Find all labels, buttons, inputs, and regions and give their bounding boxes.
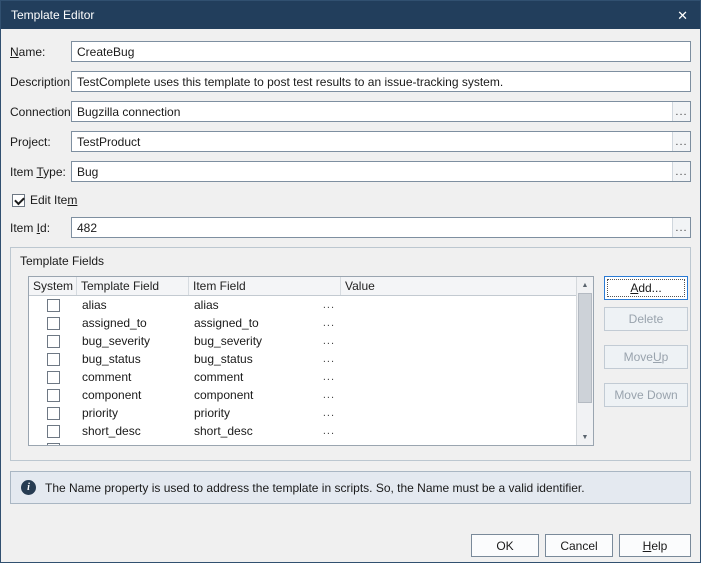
close-icon[interactable]: ✕ <box>677 9 688 22</box>
row-browse-button[interactable]: ... <box>323 425 335 437</box>
connection-label: Connection: <box>10 105 71 119</box>
edit-item-checkbox[interactable] <box>12 194 25 207</box>
header-template-field: Template Field <box>77 277 189 295</box>
system-checkbox[interactable] <box>47 425 60 438</box>
project-label: Project: <box>10 135 71 149</box>
header-value: Value <box>341 277 576 295</box>
template-field-cell: alias <box>77 298 189 312</box>
template-fields-table: System Template Field Item Field Value a… <box>28 276 594 446</box>
table-row[interactable]: priority priority... <box>29 404 576 422</box>
item-type-row: Item Type: ... <box>10 161 691 182</box>
move-down-button: Move Down <box>604 383 688 407</box>
template-field-cell: component <box>77 388 189 402</box>
item-id-browse-button[interactable]: ... <box>672 218 690 237</box>
info-bar: i The Name property is used to address t… <box>10 471 691 504</box>
project-row: Project: ... <box>10 131 691 152</box>
item-field-cell: short_desc <box>194 424 253 438</box>
item-type-label: Item Type: <box>10 165 71 179</box>
item-type-input[interactable] <box>72 162 672 181</box>
template-field-cell: bug_severity <box>77 334 189 348</box>
table-row[interactable]: bug_severity bug_severity... <box>29 332 576 350</box>
row-browse-button[interactable]: ... <box>323 353 335 365</box>
dialog-body: Name: Description: Connection: ... Proje… <box>1 29 700 557</box>
system-checkbox[interactable] <box>47 443 60 447</box>
title-bar[interactable]: Template Editor ✕ <box>1 1 700 29</box>
edit-item-label: Edit Item <box>30 193 77 207</box>
description-label: Description: <box>10 75 71 89</box>
item-id-row: Item Id: ... <box>10 217 691 238</box>
system-checkbox[interactable] <box>47 389 60 402</box>
header-item-field: Item Field <box>189 277 341 295</box>
scroll-down-icon[interactable]: ▼ <box>577 429 593 445</box>
row-browse-button[interactable]: ... <box>323 443 335 446</box>
item-id-label: Item Id: <box>10 221 71 235</box>
help-button[interactable]: Help <box>619 534 691 557</box>
row-browse-button[interactable]: ... <box>323 389 335 401</box>
description-row: Description: <box>10 71 691 92</box>
row-browse-button[interactable]: ... <box>323 371 335 383</box>
footer-buttons: OK Cancel Help <box>10 534 691 557</box>
system-checkbox[interactable] <box>47 371 60 384</box>
template-field-cell: short_desc <box>77 424 189 438</box>
move-up-button: Move Up <box>604 345 688 369</box>
template-field-cell: bug_status <box>77 352 189 366</box>
row-browse-button[interactable]: ... <box>323 335 335 347</box>
info-text: The Name property is used to address the… <box>45 481 585 495</box>
window-title: Template Editor <box>11 8 94 22</box>
cancel-button[interactable]: Cancel <box>545 534 613 557</box>
name-input[interactable] <box>72 42 690 61</box>
table-row[interactable]: ... <box>29 440 576 446</box>
row-browse-button[interactable]: ... <box>323 407 335 419</box>
item-type-browse-button[interactable]: ... <box>672 162 690 181</box>
connection-input[interactable] <box>72 102 672 121</box>
template-field-cell: priority <box>77 406 189 420</box>
row-browse-button[interactable]: ... <box>323 317 335 329</box>
table-row[interactable]: comment comment... <box>29 368 576 386</box>
template-fields-group-title: Template Fields <box>11 248 690 276</box>
project-browse-button[interactable]: ... <box>672 132 690 151</box>
system-checkbox[interactable] <box>47 353 60 366</box>
item-field-cell: assigned_to <box>194 316 259 330</box>
connection-browse-button[interactable]: ... <box>672 102 690 121</box>
scroll-up-icon[interactable]: ▲ <box>577 277 593 293</box>
header-system: System <box>29 277 77 295</box>
item-id-input[interactable] <box>72 218 672 237</box>
scrollbar-thumb[interactable] <box>578 293 592 403</box>
table-row[interactable]: bug_status bug_status... <box>29 350 576 368</box>
table-row[interactable]: component component... <box>29 386 576 404</box>
name-row: Name: <box>10 41 691 62</box>
description-input[interactable] <box>72 72 690 91</box>
template-field-cell: assigned_to <box>77 316 189 330</box>
name-label: Name: <box>10 45 71 59</box>
item-field-cell: bug_severity <box>194 334 262 348</box>
row-browse-button[interactable]: ... <box>323 299 335 311</box>
system-checkbox[interactable] <box>47 335 60 348</box>
item-field-cell: alias <box>194 298 219 312</box>
table-row[interactable]: alias alias... <box>29 296 576 314</box>
system-checkbox[interactable] <box>47 317 60 330</box>
table-row[interactable]: short_desc short_desc... <box>29 422 576 440</box>
item-field-cell: priority <box>194 406 230 420</box>
project-input[interactable] <box>72 132 672 151</box>
item-field-cell: comment <box>194 370 243 384</box>
system-checkbox[interactable] <box>47 299 60 312</box>
add-button[interactable]: Add... <box>604 276 688 300</box>
vertical-scrollbar[interactable]: ▲ ▼ <box>576 277 593 445</box>
delete-button: Delete <box>604 307 688 331</box>
table-row[interactable]: assigned_to assigned_to... <box>29 314 576 332</box>
template-field-cell: comment <box>77 370 189 384</box>
system-checkbox[interactable] <box>47 407 60 420</box>
item-field-cell: component <box>194 388 253 402</box>
template-editor-dialog: Template Editor ✕ Name: Description: Con… <box>0 0 701 563</box>
connection-row: Connection: ... <box>10 101 691 122</box>
template-fields-group: Template Fields System Template Field It… <box>10 247 691 461</box>
edit-item-row[interactable]: Edit Item <box>12 191 691 209</box>
item-field-cell: bug_status <box>194 352 253 366</box>
table-header: System Template Field Item Field Value <box>29 277 576 296</box>
info-icon: i <box>21 480 36 495</box>
ok-button[interactable]: OK <box>471 534 539 557</box>
